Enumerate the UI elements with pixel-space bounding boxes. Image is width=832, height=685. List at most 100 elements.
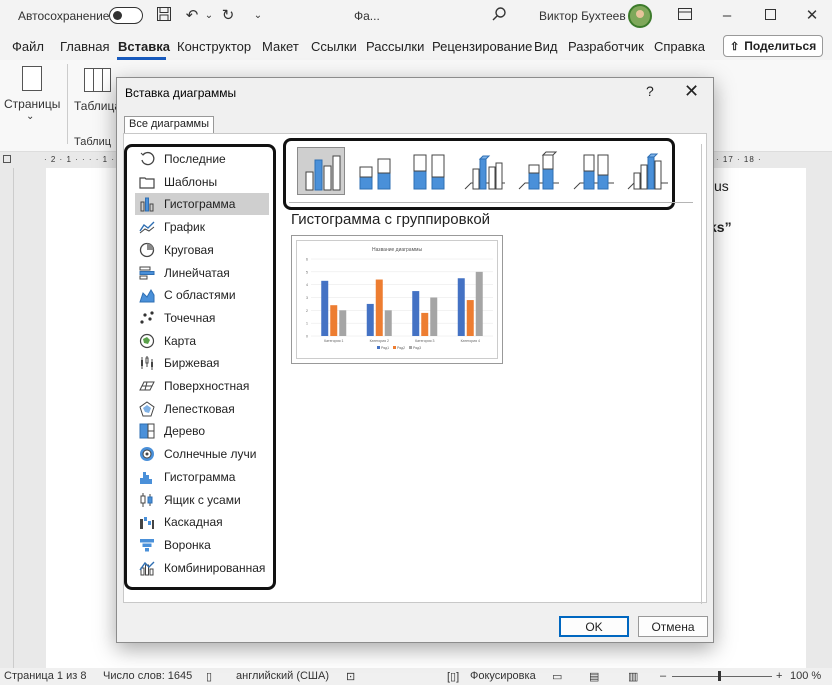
tab-design[interactable]: Конструктор (177, 39, 251, 54)
close-window-icon[interactable]: ✕ (802, 6, 822, 26)
preview-bar (466, 300, 474, 336)
language[interactable]: английский (США) (236, 670, 329, 682)
preview-legend-label: Ряд3 (413, 346, 421, 350)
proofing-icon[interactable]: ▯ (206, 670, 212, 683)
undo-dropdown-icon[interactable]: ⌄ (199, 6, 219, 26)
preview-y-tick: 6 (306, 258, 308, 262)
ribbon-display-icon[interactable] (675, 6, 695, 26)
preview-category-label: Категория 4 (461, 339, 480, 343)
dialog-title: Вставка диаграммы (125, 86, 237, 100)
zoom-level[interactable]: 100 % (790, 670, 821, 682)
cancel-button[interactable]: Отмена (638, 616, 708, 637)
tab-developer[interactable]: Разработчик (568, 39, 644, 54)
pages-label[interactable]: Страницы (4, 97, 60, 111)
pages-dropdown-icon[interactable]: ⌄ (26, 111, 34, 122)
user-name[interactable]: Виктор Бухтеев (539, 9, 626, 23)
subtype-divider (289, 202, 693, 203)
read-mode-icon[interactable]: ▭ (552, 670, 562, 683)
preview-y-tick: 3 (306, 296, 308, 300)
ruler-marks-right: · 17 · 18 · (716, 155, 762, 164)
zoom-out-icon[interactable]: – (660, 670, 666, 682)
word-count[interactable]: Число слов: 1645 (103, 670, 192, 682)
tab-layout[interactable]: Макет (262, 39, 299, 54)
redo-icon[interactable]: ↻ (218, 6, 238, 26)
preview-bar (475, 271, 483, 336)
page-info[interactable]: Страница 1 из 8 (4, 670, 86, 682)
status-bar: Страница 1 из 8 Число слов: 1645 ▯ англи… (0, 668, 832, 685)
ruler-marks-left: · 2 · 1 · · · · 1 · (44, 155, 115, 164)
tab-insert[interactable]: Вставка (118, 39, 170, 54)
customize-toolbar-icon[interactable]: ⌄ (248, 6, 268, 26)
preview-legend-swatch (393, 346, 396, 349)
preview-category-label: Категория 3 (415, 339, 434, 343)
preview-legend-swatch (409, 346, 412, 349)
tab-view[interactable]: Вид (534, 39, 558, 54)
preview-y-tick: 0 (306, 335, 308, 339)
maximize-icon[interactable] (760, 6, 780, 26)
ok-button[interactable]: OK (559, 616, 629, 637)
dialog-scroll-border (701, 144, 702, 604)
tab-selector-icon[interactable] (3, 155, 11, 163)
zoom-slider[interactable] (672, 676, 772, 677)
help-icon[interactable]: ? (646, 83, 654, 99)
document-title: Фа... (354, 9, 380, 23)
focus-label[interactable]: Фокусировка (470, 670, 536, 682)
zoom-in-icon[interactable]: + (776, 670, 782, 682)
tab-help[interactable]: Справка (654, 39, 705, 54)
preview-chart-title: Название диаграммы (372, 247, 422, 253)
share-icon: ⇧ (730, 40, 740, 53)
chart-preview-frame: Название диаграммы 6 5 4 3 2 1 0 Категория 1 Кате… (296, 240, 498, 359)
zoom-slider-thumb[interactable] (718, 671, 721, 681)
preview-bar (430, 297, 438, 336)
preview-y-tick: 5 (306, 270, 308, 274)
tab-all-charts[interactable]: Все диаграммы (124, 116, 214, 134)
category-highlight-frame (124, 144, 276, 590)
subtype-highlight-frame (283, 138, 675, 210)
preview-chart-svg: Название диаграммы 6 5 4 3 2 1 0 Категория 1 Кате… (306, 247, 493, 350)
tab-home[interactable]: Главная (60, 39, 109, 54)
preview-bar (375, 279, 383, 336)
title-bar: Автосохранение ↶ ⌄ ↻ ⌄ Фа... Виктор Бухт… (0, 0, 832, 32)
preview-y-tick: 4 (306, 283, 308, 287)
insert-chart-dialog: Вставка диаграммы ? ✕ Все диаграммы Посл… (116, 77, 714, 643)
preview-y-tick: 1 (306, 322, 308, 326)
preview-bar (330, 305, 338, 336)
selected-subtype-title: Гистограмма с группировкой (291, 211, 491, 228)
preview-legend-label: Ряд1 (381, 346, 389, 350)
preview-y-tick: 2 (306, 309, 308, 313)
preview-bar (421, 312, 429, 336)
share-button[interactable]: ⇧ Поделиться (723, 35, 823, 57)
preview-bar (412, 291, 420, 336)
chart-preview[interactable]: Название диаграммы 6 5 4 3 2 1 0 Категория 1 Кате… (291, 235, 503, 364)
table-icon[interactable] (84, 68, 111, 92)
focus-icon[interactable]: [▯] (447, 670, 459, 683)
preview-bar (339, 310, 347, 336)
tab-mailings[interactable]: Рассылки (366, 39, 424, 54)
autosave-label: Автосохранение (18, 9, 110, 23)
preview-legend-label: Ряд2 (397, 346, 405, 350)
tables-group-label: Таблиц (74, 136, 112, 148)
preview-bar (321, 280, 329, 336)
search-icon[interactable] (489, 6, 509, 26)
table-label[interactable]: Таблица (74, 99, 121, 113)
autosave-toggle[interactable] (109, 7, 143, 24)
minimize-icon[interactable]: – (717, 6, 737, 26)
document-text-fragment: us (714, 178, 729, 194)
save-icon[interactable] (154, 6, 174, 26)
share-label: Поделиться (744, 39, 817, 53)
vertical-ruler (0, 168, 14, 668)
tab-review[interactable]: Рецензирование (432, 39, 532, 54)
pages-icon[interactable] (22, 66, 42, 91)
web-layout-icon[interactable]: ▥ (628, 670, 638, 683)
close-icon[interactable]: ✕ (684, 81, 699, 102)
preview-category-label: Категория 2 (370, 339, 389, 343)
menu-bar: Файл Главная Вставка Конструктор Макет С… (0, 32, 832, 60)
preview-bar (384, 310, 392, 336)
avatar[interactable] (628, 4, 652, 28)
accessibility-icon[interactable]: ⊡ (346, 670, 355, 683)
preview-bar (457, 278, 465, 336)
preview-bar (366, 303, 374, 336)
tab-references[interactable]: Ссылки (311, 39, 357, 54)
tab-file[interactable]: Файл (12, 39, 44, 54)
print-layout-icon[interactable]: ▤ (589, 670, 599, 683)
